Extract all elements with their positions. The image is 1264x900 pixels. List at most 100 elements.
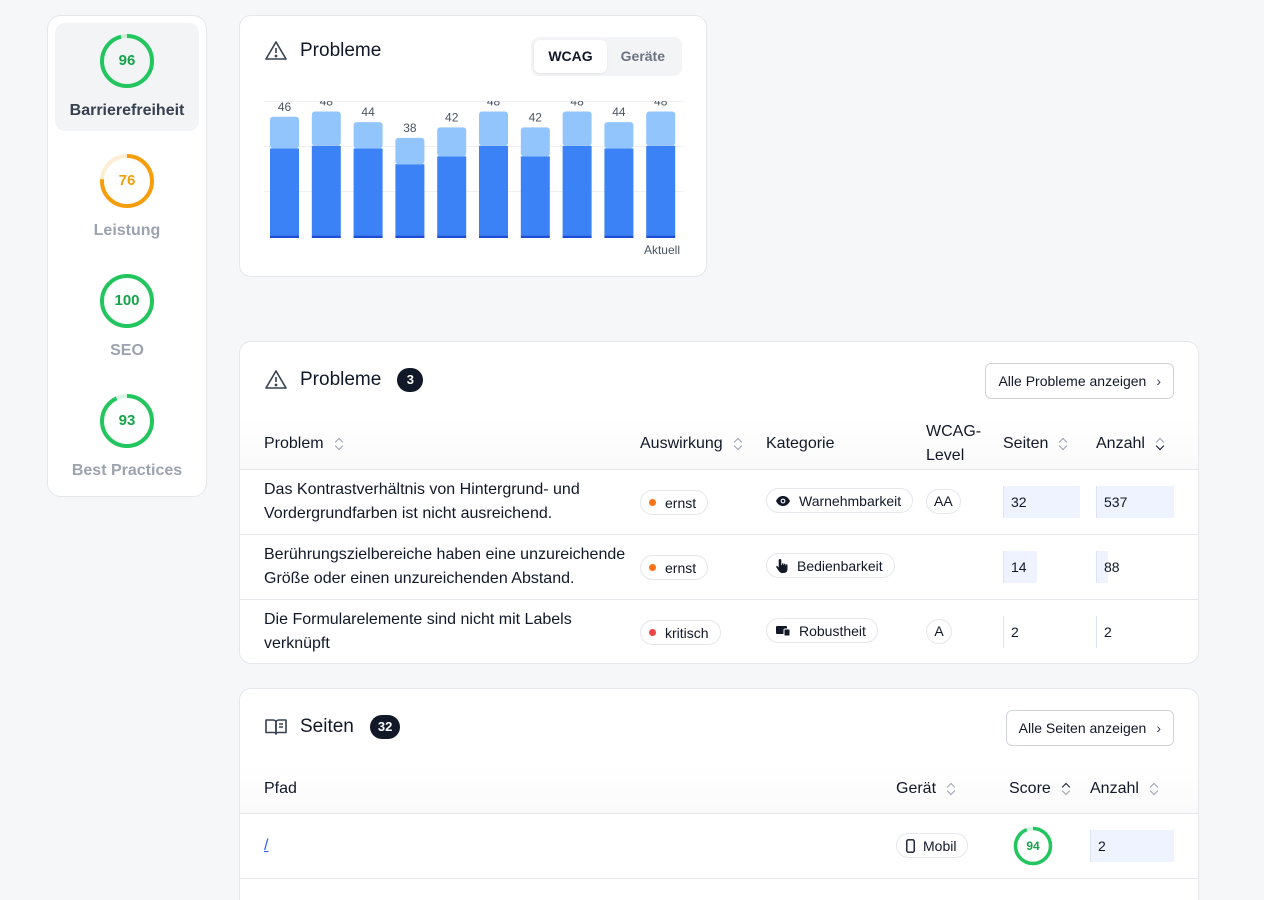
phone-icon <box>906 838 915 853</box>
pages-card: Seiten 32 Alle Seiten anzeigen › Pfad Ge… <box>239 688 1199 900</box>
bar-segment <box>562 145 592 236</box>
bar-value-label: 48 <box>570 101 584 109</box>
score-label: Best Practices <box>71 462 183 479</box>
bar-segment <box>270 116 299 149</box>
devices-icon <box>775 625 791 637</box>
score-item-seo[interactable]: 100 SEO <box>55 263 199 371</box>
count-bar: 88 <box>1096 551 1174 583</box>
col-path-label: Pfad <box>264 780 297 797</box>
impact-dot <box>649 629 656 636</box>
score-item-accessibility[interactable]: 96 Barrierefreiheit <box>55 23 199 131</box>
score-gauge: 76 <box>99 153 155 209</box>
impact-badge: ernst <box>640 490 709 515</box>
hand-pointer-icon <box>775 558 789 574</box>
col-device[interactable]: Gerät <box>896 777 956 801</box>
col-count[interactable]: Anzahl <box>1096 432 1165 456</box>
show-all-issues-button[interactable]: Alle Probleme anzeigen › <box>985 363 1174 399</box>
bar-segment <box>395 137 425 165</box>
issue-text-line: Berührungszielbereiche haben eine unzure… <box>264 546 626 563</box>
col-pages-count[interactable]: Anzahl <box>1090 777 1159 801</box>
score-item-best-practices[interactable]: 93 Best Practices <box>55 383 199 491</box>
warning-triangle-icon <box>264 368 288 392</box>
issue-text-line: verknüpft <box>264 635 330 652</box>
score-gauge: 96 <box>99 33 155 89</box>
show-all-pages-label: Alle Seiten anzeigen <box>1018 720 1147 736</box>
col-category-label: Kategorie <box>766 435 835 452</box>
count-bar-fill <box>1096 616 1098 648</box>
table-row[interactable]: Berührungszielbereiche haben eine unzure… <box>240 535 1198 600</box>
show-all-issues-label: Alle Probleme anzeigen <box>998 373 1147 389</box>
warning-triangle-icon <box>264 39 288 63</box>
table-row[interactable]: / Mobil 94 2 <box>240 814 1198 879</box>
bar-segment <box>562 111 592 146</box>
bar-value-label: 48 <box>654 101 668 109</box>
impact-label: ernst <box>665 494 697 511</box>
sort-icon <box>1058 436 1068 452</box>
table-row[interactable]: Das Kontrastverhältnis von Hintergrund- … <box>240 470 1198 535</box>
pages-value: 14 <box>1011 559 1027 575</box>
bar-value-label: 42 <box>445 110 459 124</box>
pages-table-header: Pfad Gerät Score Anzahl <box>240 765 1198 814</box>
bar-segment <box>353 122 383 149</box>
bar-value-label: 44 <box>361 105 375 119</box>
bar-value-label: 42 <box>529 110 543 124</box>
pages-value: 32 <box>1011 494 1027 510</box>
issue-text-line: Die Formularelemente sind nicht mit Labe… <box>264 611 572 628</box>
tab-wcag[interactable]: WCAG <box>534 40 607 73</box>
bar-value-label: 46 <box>278 101 292 114</box>
table-row[interactable]: Die Formularelemente sind nicht mit Labe… <box>240 600 1198 665</box>
score-label: SEO <box>110 342 144 359</box>
show-all-pages-button[interactable]: Alle Seiten anzeigen › <box>1005 710 1174 746</box>
score-label: Barrierefreiheit <box>69 102 185 119</box>
col-path: Pfad <box>264 777 297 801</box>
bar-value-label: 44 <box>612 105 626 119</box>
table-row[interactable] <box>240 879 1198 900</box>
score-value: 76 <box>118 172 136 189</box>
issues-count-badge: 3 <box>397 368 424 392</box>
x-axis-caption: Aktuell <box>644 243 680 257</box>
category-badge: Robustheit <box>766 618 878 643</box>
bar-segment <box>395 235 425 238</box>
bar-segment <box>311 111 341 146</box>
bar-segment <box>437 235 467 238</box>
bar-value-label: 38 <box>403 121 417 135</box>
col-pages[interactable]: Seiten <box>1003 432 1068 456</box>
impact-dot <box>649 564 656 571</box>
pages-header: Seiten 32 <box>264 715 401 739</box>
score-sidebar: 96 Barrierefreiheit 76 Leistung 100 SEO … <box>47 15 207 497</box>
col-score-label: Score <box>1009 780 1051 797</box>
col-score[interactable]: Score <box>1009 777 1071 801</box>
score-gauge: 100 <box>99 273 155 329</box>
pages-bar: 2 <box>1003 616 1080 648</box>
score-item-performance[interactable]: 76 Leistung <box>55 143 199 251</box>
device-label: Mobil <box>923 837 957 854</box>
col-pages-count-label: Anzahl <box>1090 780 1139 797</box>
bar-segment <box>562 235 592 238</box>
bar-segment <box>479 235 508 238</box>
impact-label: ernst <box>665 559 697 576</box>
issues-table-header: Problem Auswirkung Kategorie WCAG- Level … <box>240 418 1198 470</box>
bar-segment <box>437 156 467 236</box>
col-device-label: Gerät <box>896 780 937 797</box>
page-path-cell: / <box>264 834 268 858</box>
chart-card-header: Probleme <box>264 39 381 63</box>
col-level-label-2: Level <box>926 447 965 464</box>
impact-badge: kritisch <box>640 620 721 645</box>
category-label: Bedienbarkeit <box>797 557 883 574</box>
bar-segment <box>604 235 634 238</box>
tab-devices[interactable]: Geräte <box>607 40 679 73</box>
eye-icon <box>775 495 791 507</box>
page-score-value: 94 <box>1026 839 1040 853</box>
bar-value-label: 48 <box>320 101 334 109</box>
wcag-level-badge: AA <box>926 489 961 514</box>
sort-icon <box>946 781 956 797</box>
page-path-link[interactable]: / <box>264 837 268 854</box>
bar-segment <box>270 148 299 236</box>
col-problem-label: Problem <box>264 435 324 452</box>
category-badge: Bedienbarkeit <box>766 553 895 578</box>
bar-segment <box>604 122 634 149</box>
bar-segment <box>395 164 425 236</box>
col-impact[interactable]: Auswirkung <box>640 432 743 456</box>
wcag-level-badge: A <box>926 619 952 644</box>
col-problem[interactable]: Problem <box>264 432 344 456</box>
